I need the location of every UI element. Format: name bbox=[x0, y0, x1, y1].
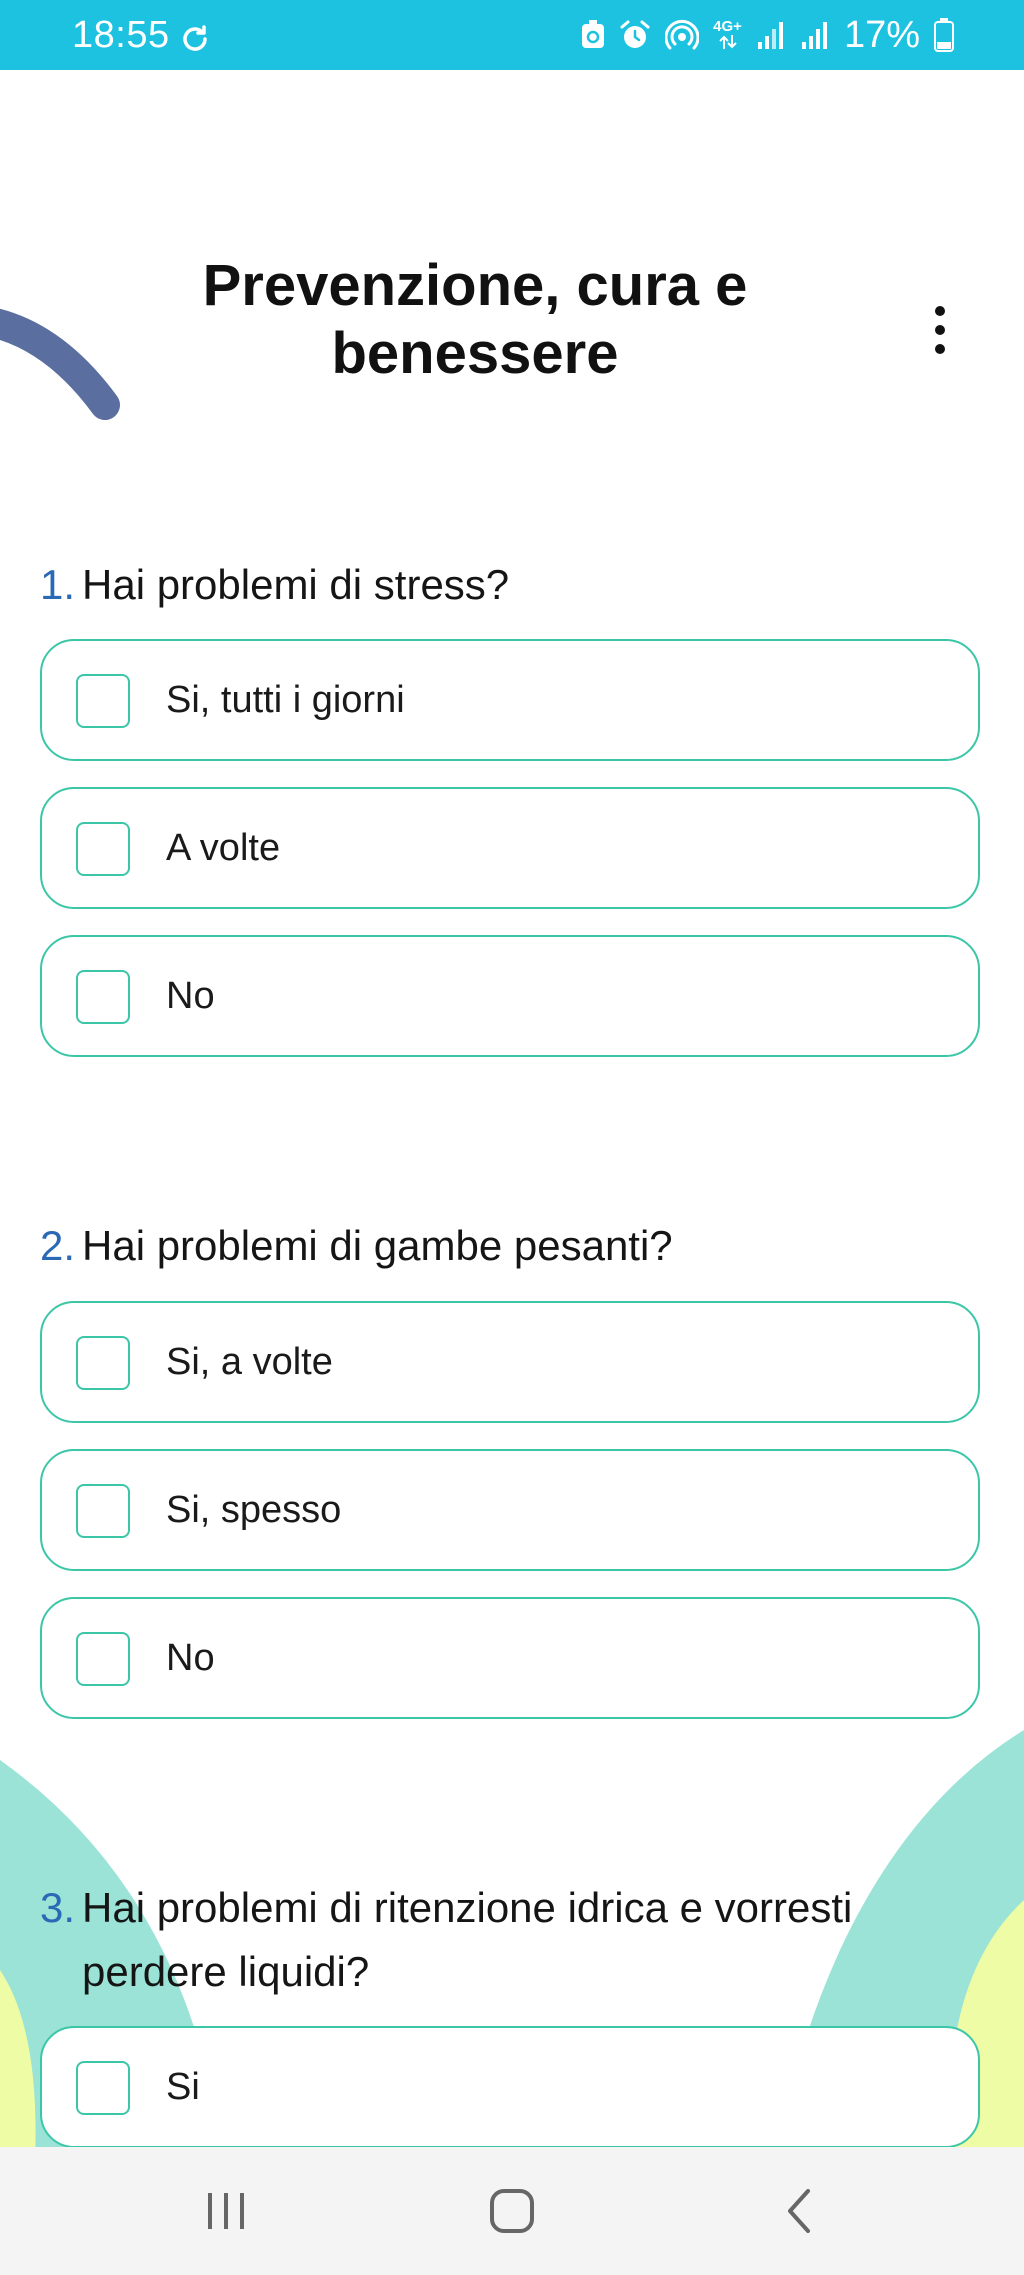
menu-dot bbox=[935, 325, 945, 335]
checkbox[interactable] bbox=[76, 1336, 130, 1390]
battery-percent: 17% bbox=[843, 13, 920, 56]
menu-dot bbox=[935, 344, 945, 354]
option-si[interactable]: Si bbox=[40, 2026, 980, 2148]
option-label: Si, spesso bbox=[166, 1489, 342, 1531]
navigation-bar bbox=[0, 2147, 1024, 2275]
recent-apps-icon[interactable] bbox=[204, 2183, 248, 2239]
option-label: A volte bbox=[166, 827, 281, 869]
option-no[interactable]: No bbox=[40, 1597, 980, 1719]
signal-icon bbox=[757, 22, 783, 49]
option-label: No bbox=[166, 1637, 215, 1679]
data-arrows-icon bbox=[718, 35, 737, 49]
option-si-spesso[interactable]: Si, spesso bbox=[40, 1449, 980, 1571]
status-icons: 4G+ 17% bbox=[581, 10, 954, 60]
checkbox[interactable] bbox=[76, 2061, 130, 2115]
sync-icon bbox=[183, 25, 207, 51]
network-type: 4G+ bbox=[713, 18, 742, 35]
alarm-icon bbox=[620, 20, 650, 48]
recycle-badge-icon bbox=[582, 20, 605, 48]
checkbox[interactable] bbox=[76, 674, 130, 728]
battery-icon bbox=[934, 18, 954, 52]
page-title-line2: benessere bbox=[331, 321, 619, 386]
status-time: 18:55 bbox=[72, 14, 170, 56]
question-text: Hai problemi di gambe pesanti? bbox=[82, 1222, 673, 1269]
question-2: 2. Hai problemi di gambe pesanti? bbox=[40, 1214, 990, 1278]
network-indicator: 4G+ bbox=[713, 18, 742, 50]
option-label: Si bbox=[166, 2066, 200, 2108]
checkbox[interactable] bbox=[76, 1484, 130, 1538]
option-label: Si, a volte bbox=[166, 1341, 333, 1383]
option-label: No bbox=[166, 975, 215, 1017]
question-number: 3. bbox=[40, 1884, 76, 1931]
question-1: 1. Hai problemi di stress? bbox=[40, 553, 990, 617]
page-title-line1: Prevenzione, cura e bbox=[202, 253, 748, 318]
status-bar: 18:55 4G+ 17% bbox=[0, 0, 1024, 70]
question-number: 2. bbox=[40, 1222, 76, 1269]
option-si-tutti-i-giorni[interactable]: Si, tutti i giorni bbox=[40, 639, 980, 761]
question-text: Hai problemi di ritenzione idrica e vorr… bbox=[82, 1884, 853, 1995]
back-icon[interactable] bbox=[780, 2183, 820, 2239]
menu-dot bbox=[935, 306, 945, 316]
option-a-volte[interactable]: A volte bbox=[40, 787, 980, 909]
question-3: 3. Hai problemi di ritenzione idrica e v… bbox=[40, 1876, 940, 2004]
question-number: 1. bbox=[40, 561, 76, 608]
page-title: Prevenzione, cura e benessere bbox=[100, 252, 850, 388]
checkbox[interactable] bbox=[76, 970, 130, 1024]
option-si-a-volte[interactable]: Si, a volte bbox=[40, 1301, 980, 1423]
signal-icon bbox=[801, 22, 827, 49]
option-no[interactable]: No bbox=[40, 935, 980, 1057]
question-text: Hai problemi di stress? bbox=[82, 561, 510, 608]
checkbox[interactable] bbox=[76, 1632, 130, 1686]
more-vert-icon[interactable] bbox=[918, 300, 962, 360]
hotspot-icon bbox=[665, 19, 700, 50]
option-label: Si, tutti i giorni bbox=[166, 679, 405, 721]
home-icon[interactable] bbox=[484, 2183, 540, 2239]
checkbox[interactable] bbox=[76, 822, 130, 876]
